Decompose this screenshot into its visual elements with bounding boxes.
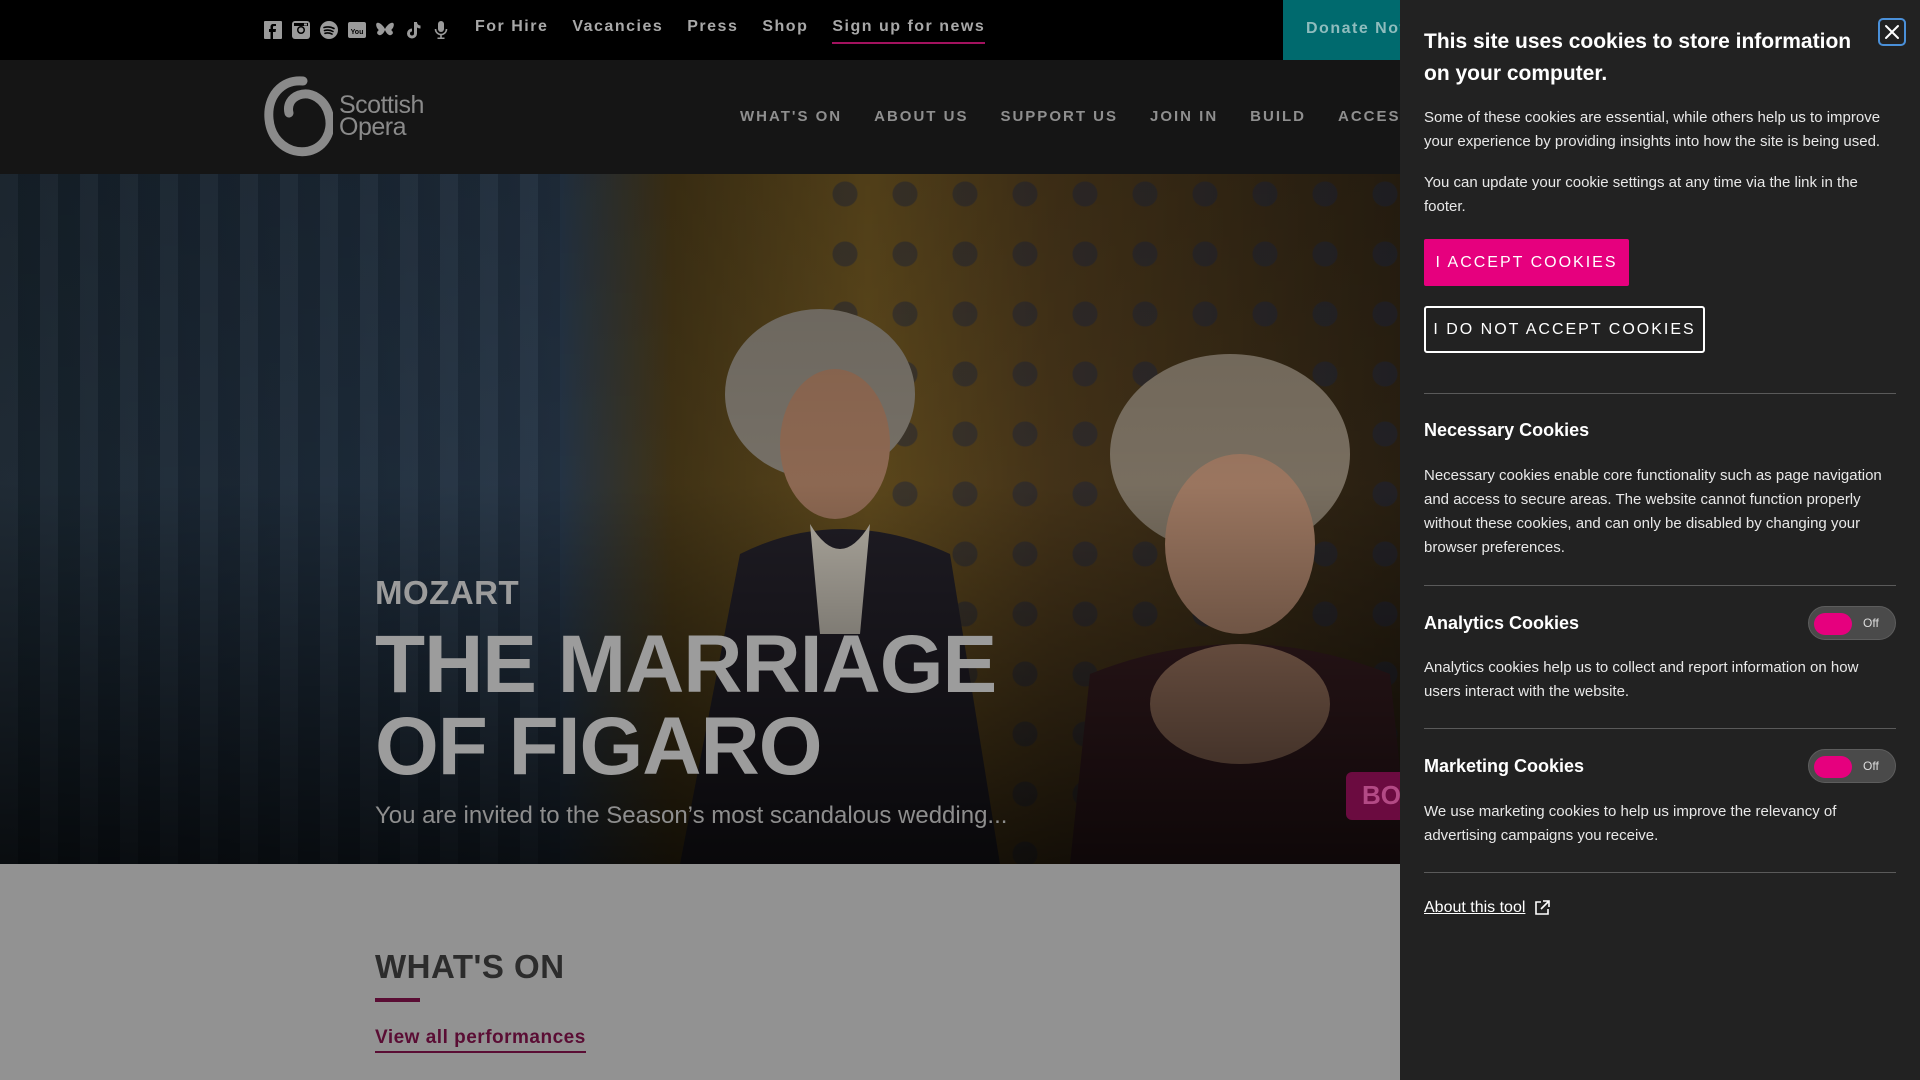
hero-banner[interactable]: MOZART THE MARRIAGE OF FIGARO You are in… — [0, 174, 1400, 864]
microphone-icon[interactable] — [431, 19, 451, 41]
scottish-opera-logo[interactable]: Scottish Opera — [263, 75, 424, 157]
nav-join-in[interactable]: JOIN IN — [1150, 108, 1218, 125]
toggle-knob — [1814, 613, 1852, 635]
logo-line-2: Opera — [339, 113, 406, 141]
facebook-icon[interactable] — [263, 19, 283, 41]
social-links: You — [263, 19, 451, 41]
book-now-button[interactable]: BO — [1346, 772, 1400, 820]
nav-support-us[interactable]: SUPPORT US — [1000, 108, 1118, 125]
marketing-cookies-description: We use marketing cookies to help us impr… — [1424, 803, 1837, 844]
whats-on-section: WHAT'S ON View all performances — [0, 864, 1400, 1080]
toggle-state-label: Off — [1863, 616, 1879, 630]
main-navigation: WHAT'S ON ABOUT US SUPPORT US JOIN IN BU… — [740, 108, 1413, 125]
cookie-intro-text: Some of these cookies are essential, whi… — [1424, 109, 1881, 150]
sign-up-news-link[interactable]: Sign up for news — [832, 18, 986, 44]
hero-title: THE MARRIAGE OF FIGARO — [375, 624, 1175, 788]
svg-text:You: You — [351, 29, 364, 36]
marketing-cookies-title: Marketing Cookies — [1424, 756, 1585, 776]
nav-whats-on[interactable]: WHAT'S ON — [740, 108, 842, 125]
youtube-icon[interactable]: You — [347, 19, 367, 41]
cookie-heading: This site uses cookies to store informat… — [1424, 30, 1852, 85]
marketing-cookies-toggle[interactable]: Off — [1808, 749, 1896, 783]
toggle-knob — [1814, 756, 1852, 778]
divider — [1424, 393, 1896, 394]
analytics-cookies-title: Analytics Cookies — [1424, 613, 1580, 633]
bluesky-icon[interactable] — [375, 19, 395, 41]
nav-build[interactable]: BUILD — [1250, 108, 1306, 125]
hero-title-line-2: OF FIGARO — [375, 701, 823, 792]
necessary-cookies-title: Necessary Cookies — [1424, 420, 1590, 440]
divider — [1424, 585, 1896, 586]
cookie-consent-panel: This site uses cookies to store informat… — [1400, 0, 1920, 1080]
decline-cookies-button[interactable]: I DO NOT ACCEPT COOKIES — [1424, 306, 1705, 353]
logo-wordmark: Scottish Opera — [339, 93, 424, 141]
vacancies-link[interactable]: Vacancies — [572, 18, 663, 44]
tiktok-icon[interactable] — [403, 19, 423, 41]
external-link-icon — [1535, 900, 1551, 915]
hero-text: MOZART THE MARRIAGE OF FIGARO You are in… — [375, 574, 1175, 830]
for-hire-link[interactable]: For Hire — [475, 18, 548, 44]
whats-on-title: WHAT'S ON — [375, 948, 565, 985]
about-this-tool-link[interactable]: About this tool — [1424, 899, 1551, 917]
toggle-state-label: Off — [1863, 759, 1879, 773]
hero-tagline: You are invited to the Season’s most sca… — [375, 802, 1008, 829]
press-link[interactable]: Press — [687, 18, 738, 44]
view-all-performances-link[interactable]: View all performances — [375, 1027, 586, 1053]
necessary-cookies-description: Necessary cookies enable core functional… — [1424, 467, 1882, 556]
divider — [1424, 728, 1896, 729]
utility-links: For Hire Vacancies Press Shop Sign up fo… — [475, 18, 986, 44]
hero-title-line-1: THE MARRIAGE — [375, 619, 997, 710]
analytics-cookies-toggle[interactable]: Off — [1808, 606, 1896, 640]
cookie-settings-note: You can update your cookie settings at a… — [1424, 174, 1858, 215]
hero-composer: MOZART — [375, 574, 520, 611]
logo-mark-icon — [264, 76, 333, 157]
nav-about-us[interactable]: ABOUT US — [874, 108, 968, 125]
analytics-cookies-description: Analytics cookies help us to collect and… — [1424, 659, 1859, 700]
about-link-label: About this tool — [1424, 899, 1526, 916]
whats-on-title-underline — [375, 998, 420, 1002]
shop-link[interactable]: Shop — [762, 18, 808, 44]
divider — [1424, 872, 1896, 873]
accept-cookies-button[interactable]: I ACCEPT COOKIES — [1424, 239, 1629, 286]
spotify-icon[interactable] — [319, 19, 339, 41]
instagram-icon[interactable] — [291, 19, 311, 41]
close-icon — [1885, 25, 1899, 39]
close-cookie-panel-button[interactable] — [1878, 18, 1906, 46]
